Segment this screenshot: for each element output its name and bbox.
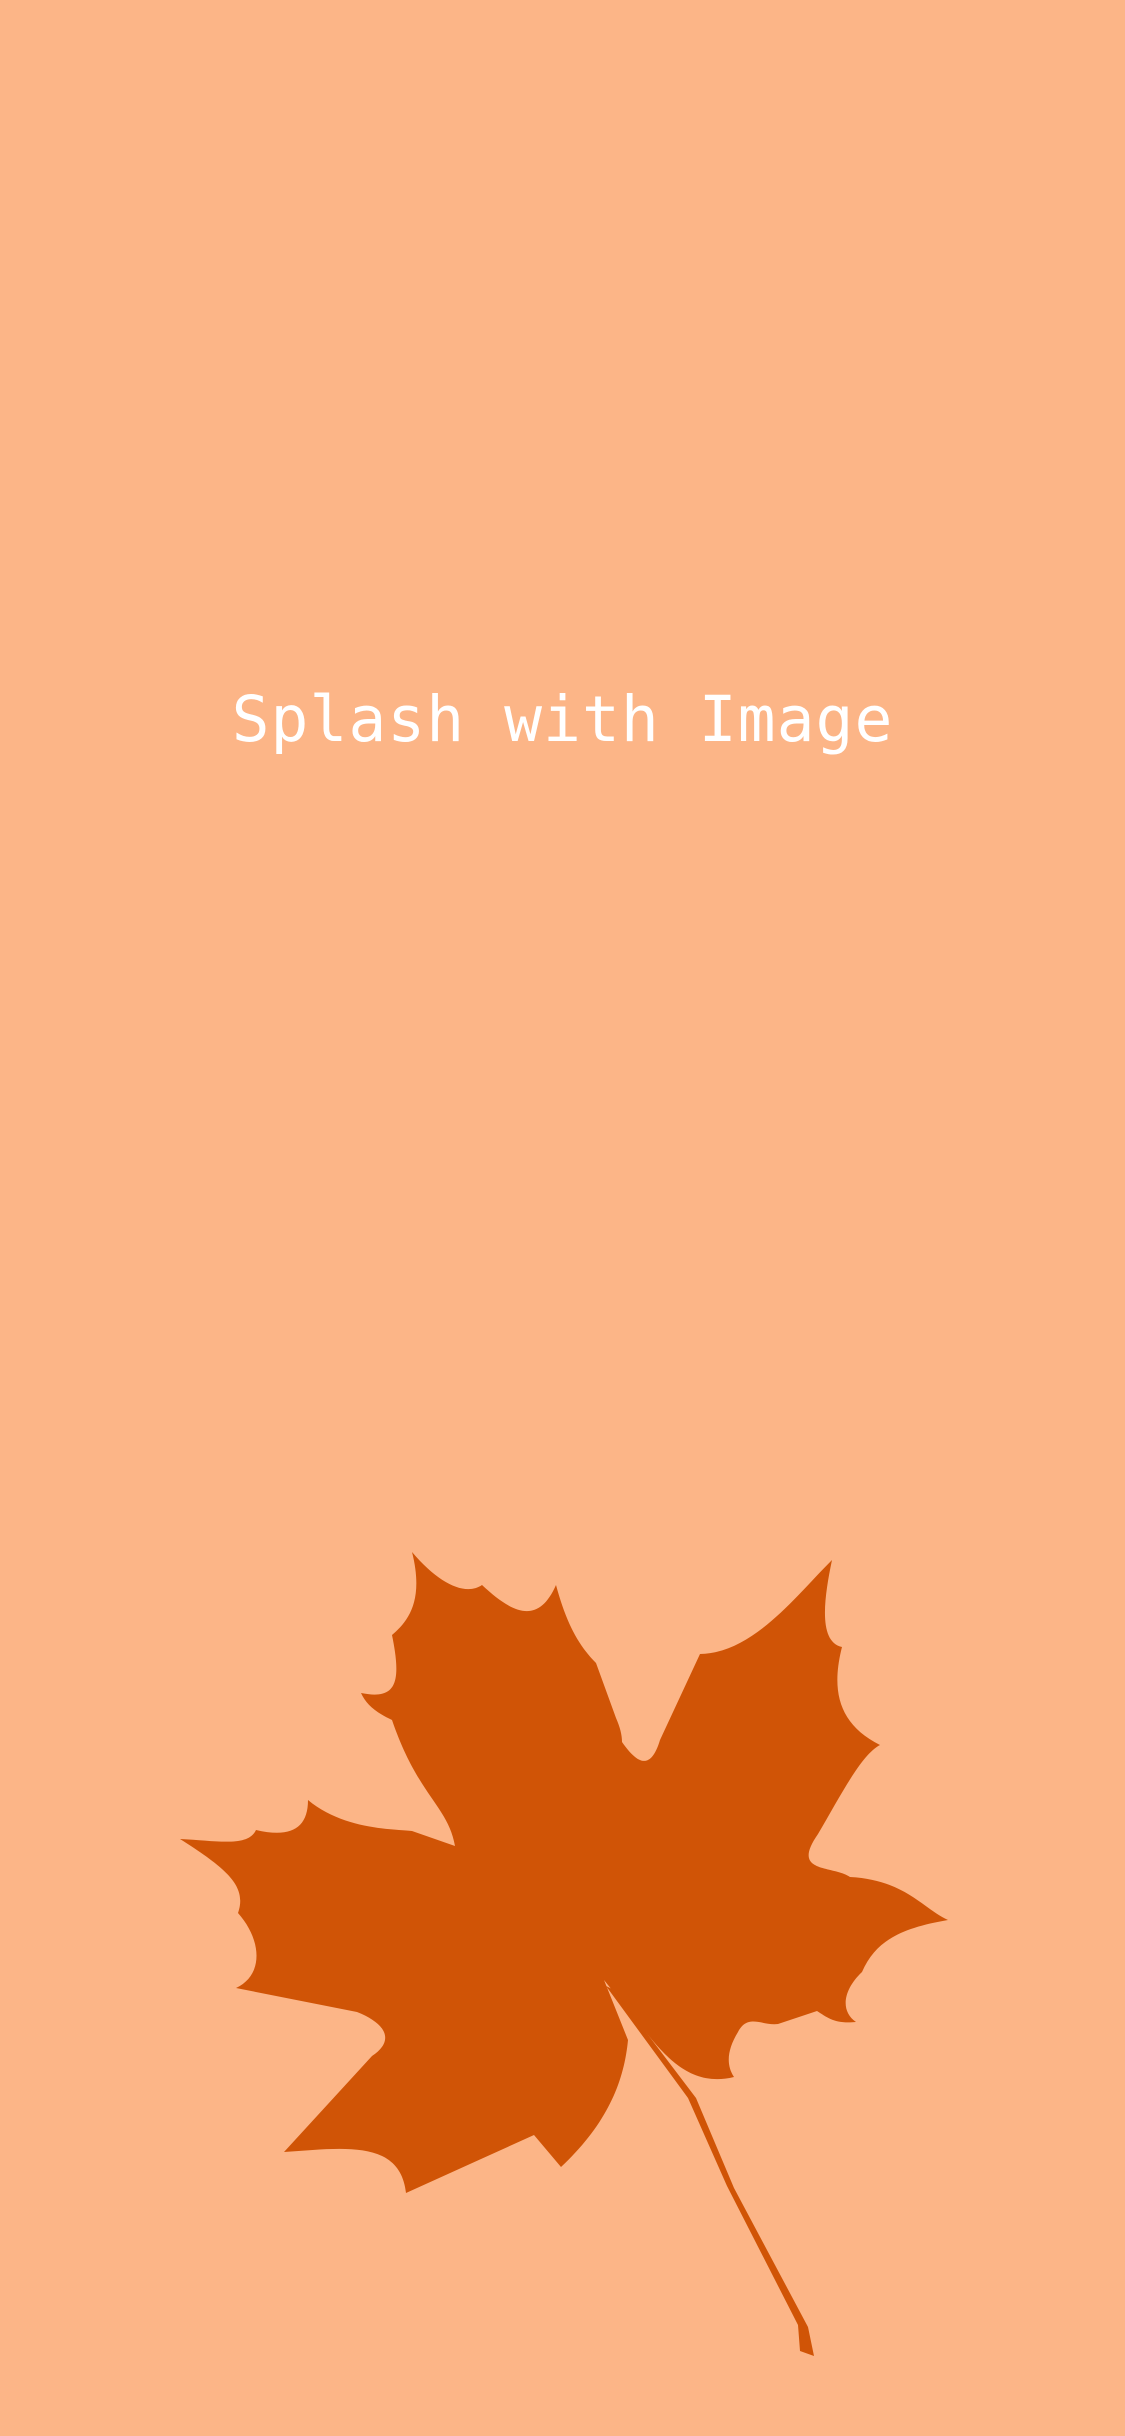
maple-leaf-icon xyxy=(180,1552,948,2356)
splash-screen: Splash with Image xyxy=(0,0,1125,2436)
